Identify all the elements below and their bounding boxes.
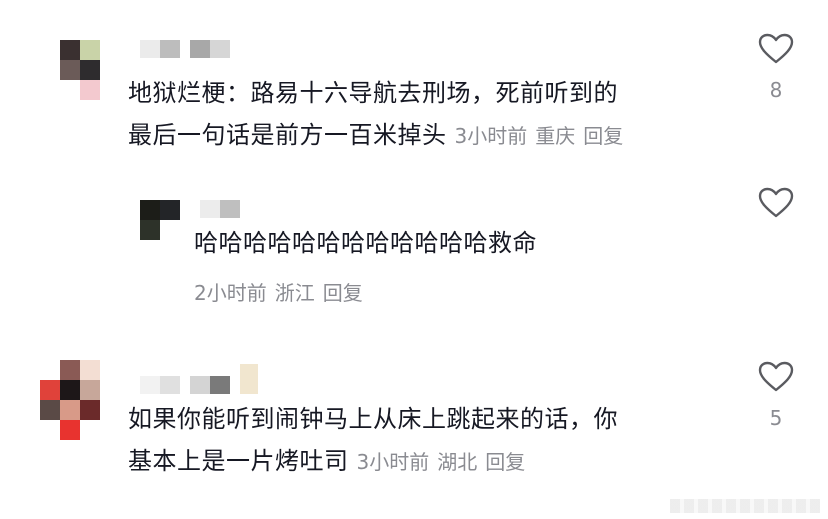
username-redacted[interactable] bbox=[200, 200, 240, 218]
comment-text: 地狱烂梗：路易十六导航去刑场，死前听到的 最后一句话是前方一百米掉头 3小时前 重庆… bbox=[128, 72, 631, 157]
reply-button[interactable]: 回复 bbox=[583, 124, 623, 148]
username-redacted[interactable] bbox=[140, 364, 258, 394]
reply-time: 2小时前 bbox=[194, 281, 267, 305]
avatar[interactable] bbox=[60, 40, 100, 100]
heart-outline-icon bbox=[758, 361, 794, 392]
reply-location: 浙江 bbox=[274, 281, 315, 305]
comment-text: 如果你能听到闹钟马上从床上跳起来的话，你 基本上是一片烤吐司 3小时前 湖北 回复 bbox=[128, 405, 618, 475]
heart-outline-icon bbox=[758, 33, 794, 64]
comment-item: 如果你能听到闹钟马上从床上跳起来的话，你 基本上是一片烤吐司 3小时前 湖北 回复 5 bbox=[0, 340, 828, 510]
watermark-redacted bbox=[670, 499, 820, 513]
like-button[interactable]: 8 bbox=[756, 32, 796, 102]
comment-meta: 3小时前 湖北 回复 bbox=[357, 450, 534, 474]
comment-location: 重庆 bbox=[535, 124, 576, 148]
comment-location: 湖北 bbox=[437, 450, 478, 474]
comment-meta: 3小时前 重庆 回复 bbox=[455, 124, 632, 148]
like-count: 5 bbox=[769, 406, 783, 430]
reply-meta: 2小时前 浙江 回复 bbox=[194, 277, 371, 306]
avatar[interactable] bbox=[140, 200, 180, 240]
reply-text: 哈哈哈哈哈哈哈哈哈哈哈哈救命 bbox=[194, 229, 537, 257]
like-button[interactable]: 5 bbox=[756, 360, 796, 430]
avatar[interactable] bbox=[40, 360, 100, 440]
username-redacted[interactable] bbox=[140, 40, 230, 58]
reply-button[interactable]: 回复 bbox=[485, 450, 525, 474]
comment-item: 地狱烂梗：路易十六导航去刑场，死前听到的 最后一句话是前方一百米掉头 3小时前 重庆… bbox=[0, 0, 828, 170]
like-button[interactable] bbox=[756, 186, 796, 220]
reply-item: 哈哈哈哈哈哈哈哈哈哈哈哈救命 2小时前 浙江 回复 bbox=[0, 180, 828, 320]
comment-time: 3小时前 bbox=[356, 450, 430, 474]
reply-button[interactable]: 回复 bbox=[323, 281, 363, 305]
heart-outline-icon bbox=[758, 187, 794, 218]
comment-time: 3小时前 bbox=[454, 124, 528, 148]
like-count: 8 bbox=[769, 78, 783, 102]
